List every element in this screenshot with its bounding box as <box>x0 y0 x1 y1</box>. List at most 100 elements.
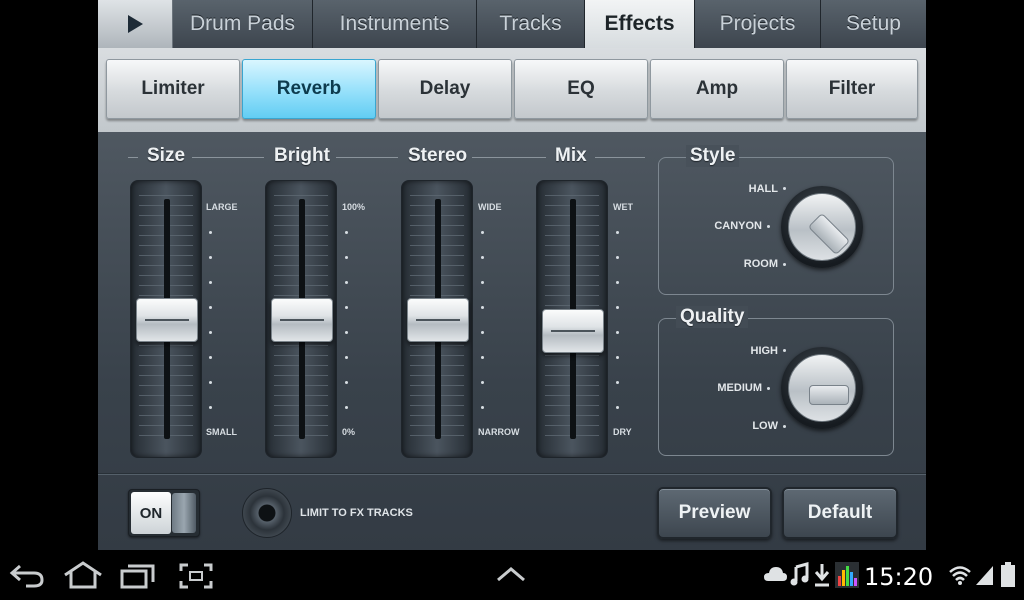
chevron-up-icon[interactable] <box>496 566 526 582</box>
stereo-bottom-label: NARROW <box>478 427 520 437</box>
main-tab-bar: Drum Pads Instruments Tracks Effects Pro… <box>98 0 926 48</box>
header-line <box>595 157 645 158</box>
scale-dot <box>616 356 619 359</box>
size-slider[interactable] <box>130 180 202 458</box>
header-line <box>128 157 138 158</box>
download-icon <box>814 564 830 587</box>
bright-label: Bright <box>274 145 330 166</box>
scale-dot <box>209 381 212 384</box>
style-option-room[interactable]: ROOM <box>700 258 778 270</box>
scale-dot <box>616 381 619 384</box>
back-icon[interactable] <box>8 562 46 588</box>
tab-tracks[interactable]: Tracks <box>477 0 585 48</box>
music-icon <box>790 562 809 586</box>
scale-dot <box>209 306 212 309</box>
default-button[interactable]: Default <box>782 487 898 539</box>
scale-dot <box>209 406 212 409</box>
stereo-top-label: WIDE <box>478 202 502 212</box>
effect-limiter-button[interactable]: Limiter <box>106 59 240 119</box>
scale-dot <box>345 406 348 409</box>
style-title: Style <box>686 145 740 167</box>
effect-delay-button[interactable]: Delay <box>378 59 512 119</box>
mix-slider[interactable] <box>536 180 608 458</box>
scale-dot <box>209 256 212 259</box>
size-slider-thumb[interactable] <box>136 298 198 342</box>
stereo-label: Stereo <box>408 145 468 166</box>
style-knob[interactable] <box>781 186 863 268</box>
bright-slider-thumb[interactable] <box>271 298 333 342</box>
tab-drum-pads[interactable]: Drum Pads <box>173 0 313 48</box>
scale-dot <box>209 231 212 234</box>
tab-projects[interactable]: Projects <box>695 0 821 48</box>
scale-dot <box>616 281 619 284</box>
home-icon[interactable] <box>62 560 104 590</box>
scale-dot <box>481 381 484 384</box>
size-top-label: LARGE <box>206 202 238 212</box>
style-option-hall[interactable]: HALL <box>700 183 778 195</box>
effect-selector-bar: Limiter Reverb Delay EQ Amp Filter <box>98 48 926 132</box>
mix-top-label: WET <box>613 202 633 212</box>
panel-divider <box>98 473 926 474</box>
tab-setup[interactable]: Setup <box>821 0 926 48</box>
effect-amp-button[interactable]: Amp <box>650 59 784 119</box>
scale-dot <box>345 306 348 309</box>
mix-slider-thumb[interactable] <box>542 309 604 354</box>
scale-dot <box>209 356 212 359</box>
play-icon <box>128 15 143 33</box>
effect-reverb-button[interactable]: Reverb <box>242 59 376 119</box>
scale-dot <box>345 356 348 359</box>
quality-knob[interactable] <box>781 347 863 429</box>
header-line <box>336 157 398 158</box>
mix-label: Mix <box>555 145 587 166</box>
scale-dot <box>616 231 619 234</box>
scale-dot <box>481 281 484 284</box>
size-label: Size <box>147 145 186 166</box>
preview-button[interactable]: Preview <box>657 487 772 539</box>
scale-dot <box>345 331 348 334</box>
bright-bottom-label: 0% <box>342 427 356 437</box>
scale-dot <box>481 331 484 334</box>
cloud-icon <box>764 567 787 581</box>
scale-dot <box>616 331 619 334</box>
stereo-slider-thumb[interactable] <box>407 298 469 342</box>
scale-dot <box>345 256 348 259</box>
header-line <box>192 157 264 158</box>
scale-dot <box>616 406 619 409</box>
bright-top-label: 100% <box>342 202 366 212</box>
size-bottom-label: SMALL <box>206 427 237 437</box>
quality-option-medium[interactable]: MEDIUM <box>700 382 762 394</box>
scale-dot <box>616 256 619 259</box>
screenshot-icon[interactable] <box>178 562 214 590</box>
effect-eq-button[interactable]: EQ <box>514 59 648 119</box>
scale-dot <box>209 281 212 284</box>
recent-apps-icon[interactable] <box>120 562 158 590</box>
scale-dot <box>345 231 348 234</box>
stereo-slider[interactable] <box>401 180 473 458</box>
status-clock: 15:20 <box>864 563 934 591</box>
mix-bottom-label: DRY <box>613 427 632 437</box>
toggle-on-label: ON <box>131 492 171 534</box>
scale-dot <box>345 381 348 384</box>
scale-dot <box>481 356 484 359</box>
wifi-icon <box>949 566 971 585</box>
quality-option-low[interactable]: LOW <box>700 420 778 432</box>
bright-slider[interactable] <box>265 180 337 458</box>
tab-instruments[interactable]: Instruments <box>313 0 477 48</box>
on-off-toggle[interactable]: ON <box>128 489 200 537</box>
limit-to-fx-tracks-label: LIMIT TO FX TRACKS <box>300 507 413 519</box>
tab-effects[interactable]: Effects <box>585 0 695 48</box>
battery-icon <box>1001 562 1015 587</box>
signal-icon <box>976 566 993 585</box>
effect-filter-button[interactable]: Filter <box>786 59 918 119</box>
scale-dot <box>481 231 484 234</box>
style-option-canyon[interactable]: CANYON <box>700 220 762 232</box>
scale-dot <box>209 331 212 334</box>
quality-option-high[interactable]: HIGH <box>700 345 779 357</box>
scale-dot <box>481 406 484 409</box>
scale-dot <box>345 281 348 284</box>
limit-to-fx-tracks-radio[interactable] <box>242 488 292 538</box>
scale-dot <box>481 256 484 259</box>
equalizer-app-icon <box>835 562 859 588</box>
play-button[interactable] <box>98 0 173 48</box>
scale-dot <box>616 306 619 309</box>
